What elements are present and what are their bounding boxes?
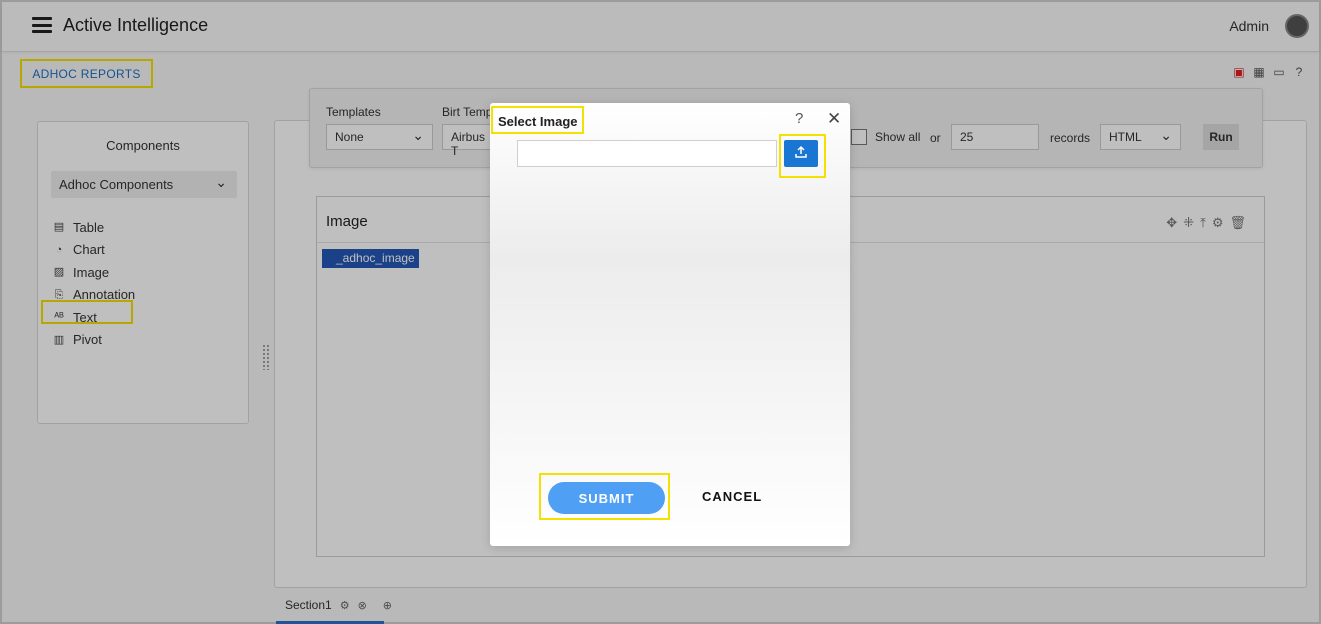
help-icon[interactable]: ? xyxy=(795,110,803,127)
select-image-dialog: Select Image ? ✕ SUBMIT CANCEL xyxy=(490,103,850,546)
image-path-input[interactable] xyxy=(517,140,777,167)
upload-icon xyxy=(795,145,807,158)
close-icon[interactable]: ✕ xyxy=(827,109,841,129)
submit-button[interactable]: SUBMIT xyxy=(548,482,665,514)
dialog-title: Select Image xyxy=(498,114,578,129)
cancel-button[interactable]: CANCEL xyxy=(702,489,762,504)
upload-button[interactable] xyxy=(784,140,818,167)
